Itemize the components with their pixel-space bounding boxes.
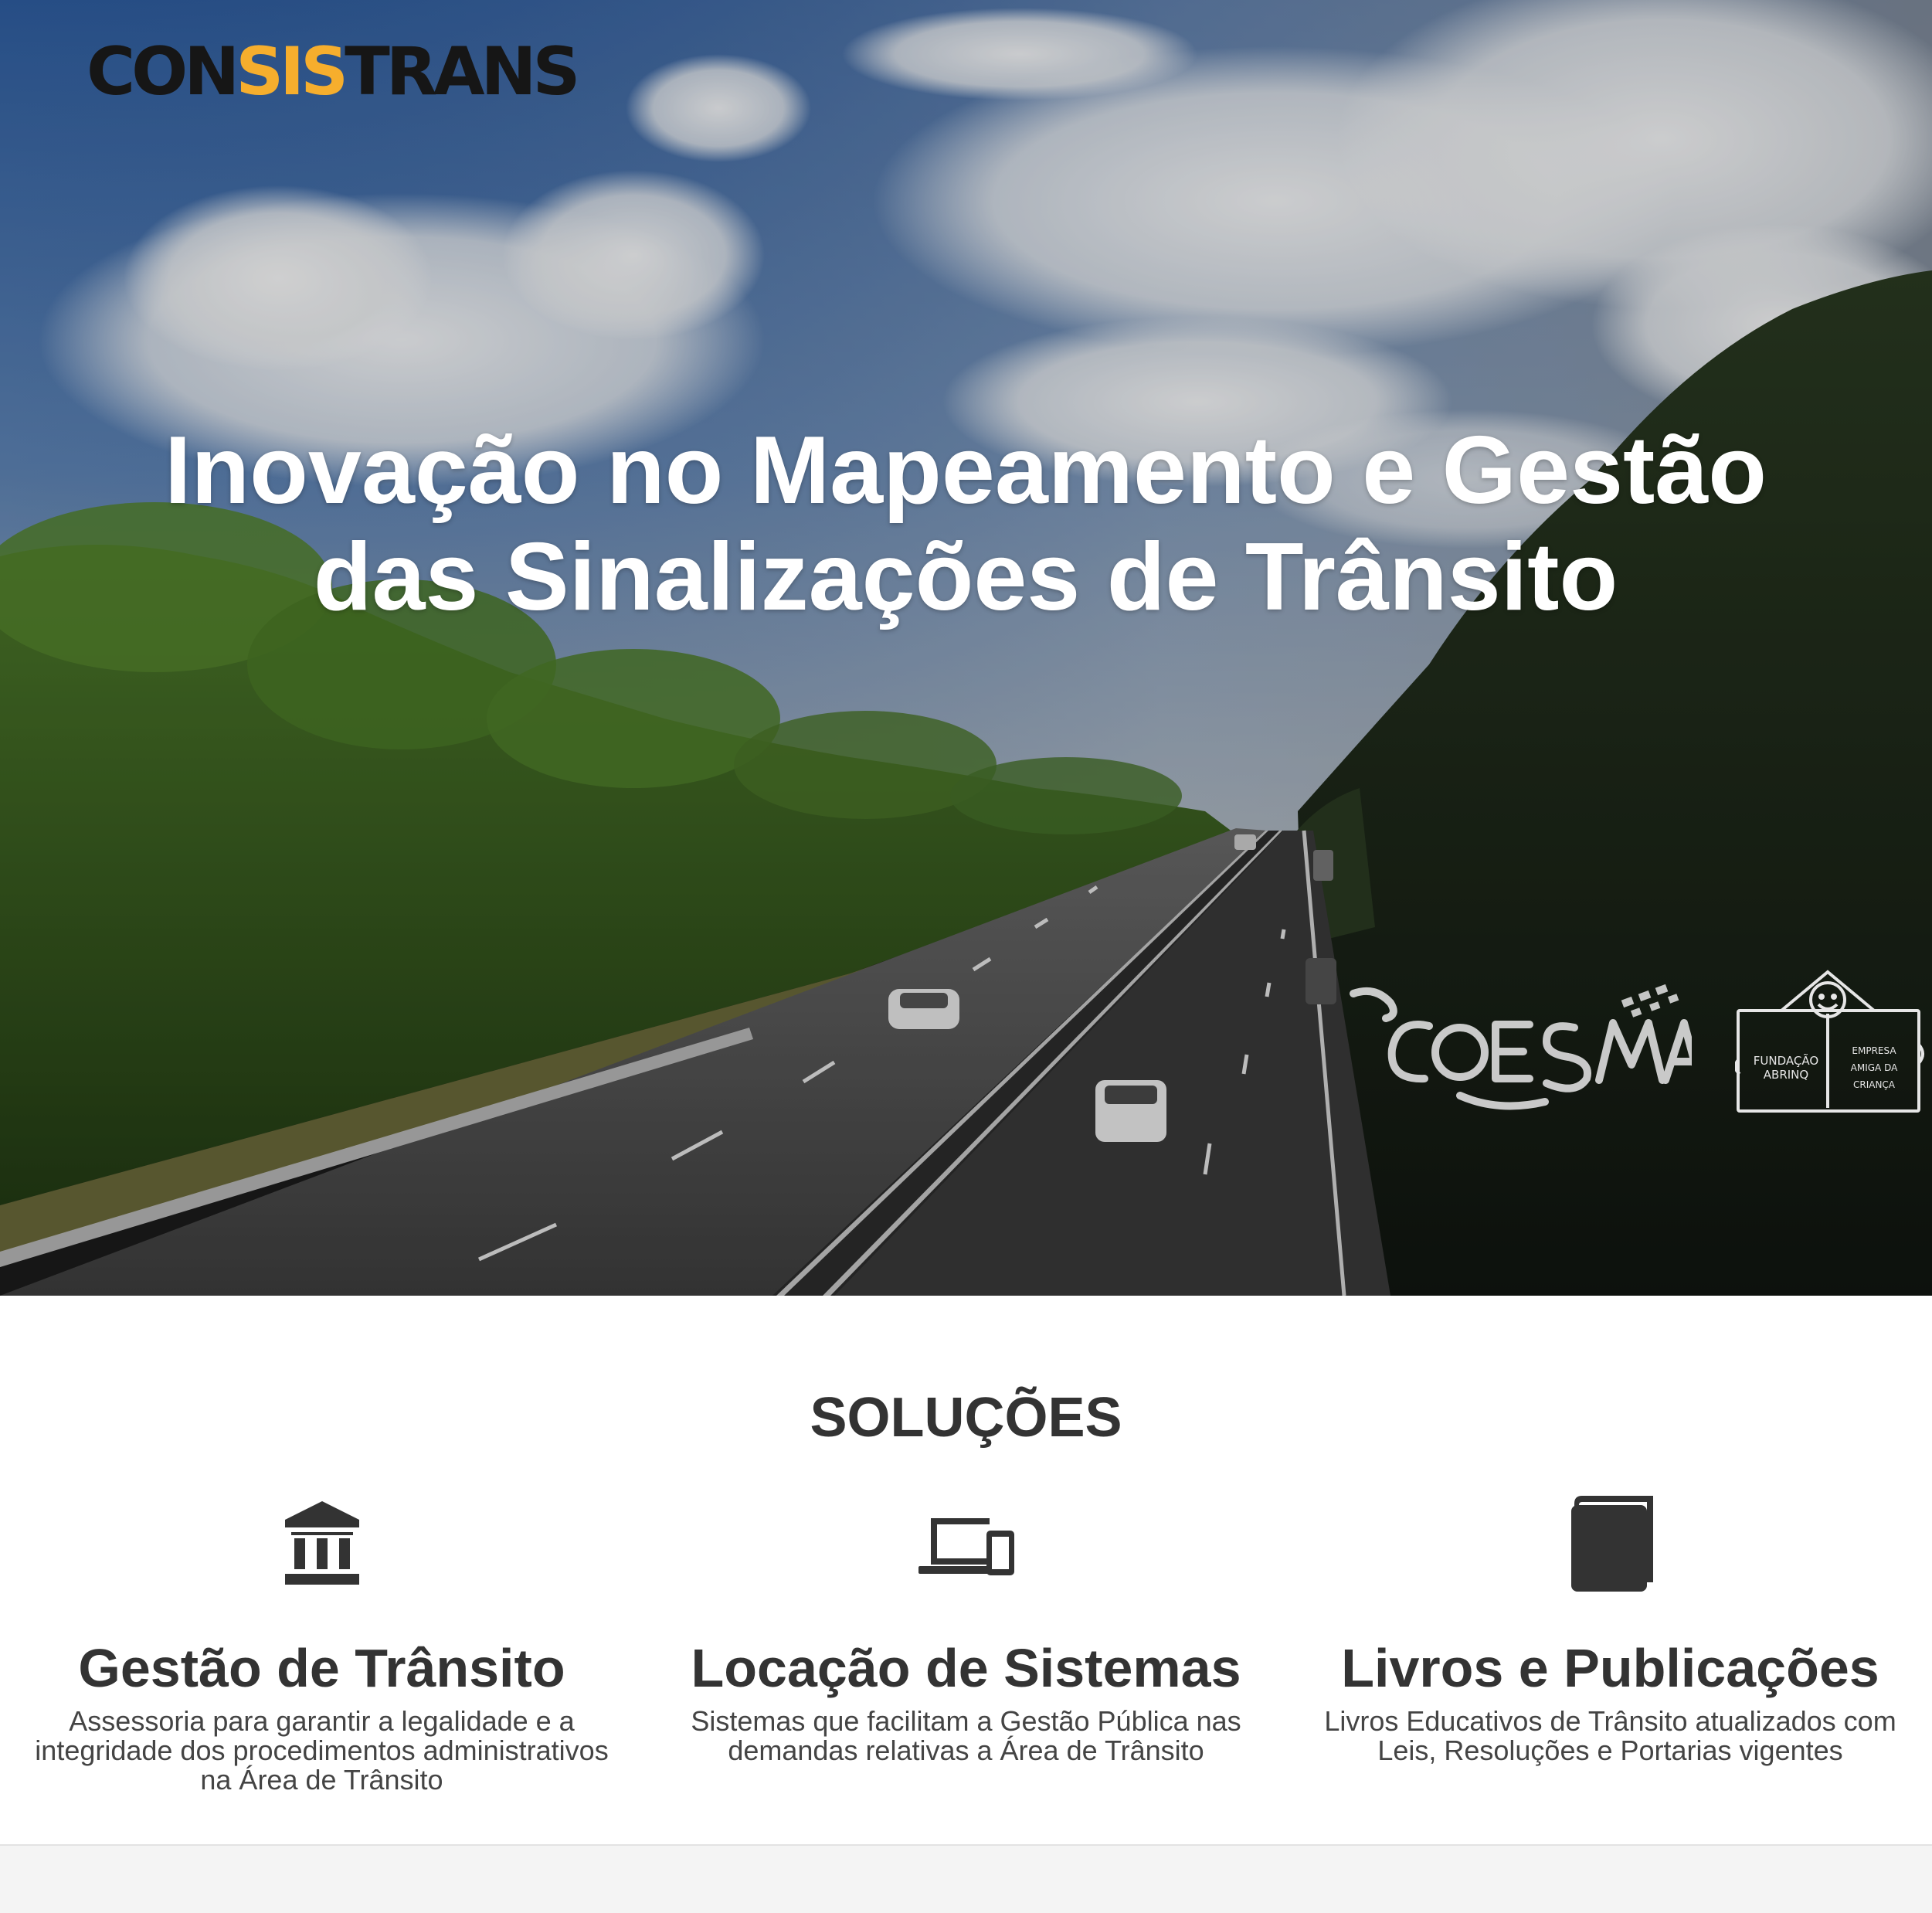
solution-card-gestao-transito[interactable]: Gestão de Trânsito Assessoria para garan… <box>0 1493 643 1795</box>
fundacao-abrinq-seal: FUNDAÇÃO ABRINQ EMPRESA AMIGA DA CRIANÇA <box>1735 970 1924 1113</box>
solution-card-locacao-sistemas[interactable]: Locação de Sistemas Sistemas que facilit… <box>644 1493 1288 1765</box>
solution-description: Livros Educativos de Trânsito atualizado… <box>1324 1705 1896 1766</box>
solution-description: Sistemas que facilitam a Gestão Pública … <box>691 1705 1241 1766</box>
bank-icon <box>284 1501 359 1585</box>
solution-heading: Livros e Publicações <box>1341 1638 1879 1698</box>
solution-description: Assessoria para garantir a legalidade e … <box>35 1705 609 1796</box>
footer-strip <box>0 1844 1932 1913</box>
solution-heading: Gestão de Trânsito <box>78 1638 565 1698</box>
consistrans-logo[interactable]: CONSISTRANS <box>87 37 580 107</box>
abrinq-right-text-1: EMPRESA <box>1852 1045 1896 1056</box>
hero-banner: CONSISTRANS Inovação no Mapeamento e Ges… <box>0 0 1932 1296</box>
solution-card-livros-publicacoes[interactable]: Livros e Publicações Livros Educativos d… <box>1289 1493 1932 1765</box>
hero-headline: Inovação no Mapeamento e Gestão das Sina… <box>116 417 1815 630</box>
abrinq-left-text-1: FUNDAÇÃO <box>1754 1053 1818 1068</box>
abrinq-right-text-3: CRIANÇA <box>1853 1079 1896 1090</box>
hero-headline-line2: das Sinalizações de Trânsito <box>313 524 1618 630</box>
logo-text-accent: SIS <box>236 33 348 110</box>
coesma-partner-logo <box>1350 984 1692 1110</box>
abrinq-right-text-2: AMIGA DA <box>1851 1062 1898 1073</box>
solution-heading: Locação de Sistemas <box>691 1638 1241 1698</box>
abrinq-left-text-2: ABRINQ <box>1764 1068 1808 1082</box>
book-icon <box>1570 1496 1653 1592</box>
solutions-section: SOLUÇÕES Gestão de Trânsito Assessoria p… <box>0 1296 1932 1844</box>
devices-icon <box>918 1518 1014 1575</box>
solutions-title: SOLUÇÕES <box>810 1387 1122 1449</box>
logo-text-prefix: CON <box>87 33 239 110</box>
hero-headline-line1: Inovação no Mapeamento e Gestão <box>164 417 1767 524</box>
logo-text-suffix: TRANS <box>345 33 580 110</box>
